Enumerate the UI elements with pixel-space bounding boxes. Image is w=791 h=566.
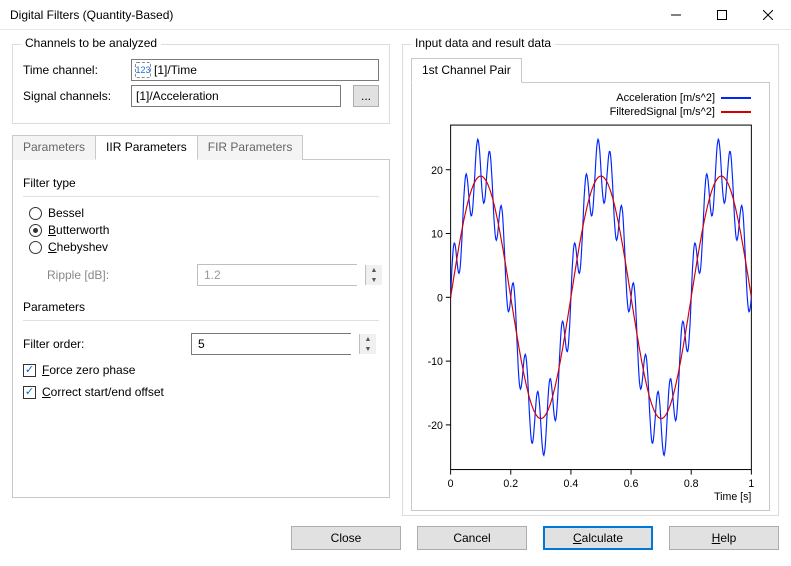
- maximize-button[interactable]: [699, 0, 745, 30]
- svg-text:0: 0: [448, 478, 454, 490]
- channels-legend: Channels to be analyzed: [21, 36, 161, 50]
- ripple-field: [198, 265, 365, 285]
- time-channel-label: Time channel:: [23, 63, 123, 77]
- correct-offset-label: Correct start/end offset: [42, 385, 164, 399]
- tab-iir-parameters[interactable]: IIR Parameters: [95, 135, 198, 160]
- minimize-button[interactable]: [653, 0, 699, 30]
- filter-order-step-down[interactable]: ▼: [360, 344, 376, 354]
- cancel-button[interactable]: Cancel: [417, 526, 527, 550]
- legend-swatch-acceleration: [721, 97, 751, 99]
- filter-type-legend: Filter type: [23, 176, 379, 190]
- parameters-legend: Parameters: [23, 300, 379, 314]
- svg-text:10: 10: [431, 228, 443, 240]
- result-group: Input data and result data 1st Channel P…: [402, 44, 779, 516]
- legend-entry-acceleration: Acceleration [m/s^2]: [616, 91, 715, 105]
- checkbox-force-zero-phase[interactable]: [23, 364, 36, 377]
- close-button[interactable]: Close: [291, 526, 401, 550]
- svg-text:Time [s]: Time [s]: [714, 491, 751, 503]
- time-channel-input[interactable]: [131, 59, 379, 81]
- force-zero-phase-label: Force zero phase: [42, 363, 135, 377]
- window-title: Digital Filters (Quantity-Based): [10, 8, 653, 22]
- filter-order-field[interactable]: [192, 334, 359, 354]
- ripple-label: Ripple [dB]:: [29, 268, 189, 282]
- tab-channel-pair[interactable]: 1st Channel Pair: [411, 58, 522, 83]
- chart-frame: Acceleration [m/s^2] FilteredSignal [m/s…: [411, 83, 770, 511]
- svg-text:-10: -10: [428, 356, 443, 368]
- svg-text:0.6: 0.6: [624, 478, 639, 490]
- radio-butterworth-label: Butterworth: [48, 223, 109, 237]
- numeric-icon: 123: [135, 62, 151, 78]
- help-button[interactable]: Help: [669, 526, 779, 550]
- chart-plot: -20 -10 0 10 20 0 0.2 0.4 0.6 0.8 1Time [s]: [414, 119, 761, 504]
- tab-fir-parameters[interactable]: FIR Parameters: [197, 135, 304, 160]
- svg-text:20: 20: [431, 165, 443, 177]
- result-legend: Input data and result data: [411, 36, 555, 50]
- checkbox-correct-offset[interactable]: [23, 386, 36, 399]
- svg-text:0: 0: [437, 292, 443, 304]
- filter-type-group: Filter type Bessel Butterworth Chebys: [23, 176, 379, 286]
- signal-channels-label: Signal channels:: [23, 89, 123, 103]
- filter-order-label: Filter order:: [23, 337, 183, 351]
- radio-chebyshev-label: Chebyshev: [48, 240, 108, 254]
- filter-order-input[interactable]: ▲ ▼: [191, 333, 351, 355]
- legend-swatch-filtered: [721, 111, 751, 113]
- channels-group: Channels to be analyzed Time channel: 12…: [12, 44, 390, 124]
- filter-order-step-up[interactable]: ▲: [360, 334, 376, 344]
- ripple-step-up: ▲: [366, 265, 382, 275]
- chart-legend: Acceleration [m/s^2] FilteredSignal [m/s…: [414, 89, 761, 119]
- ripple-step-down: ▼: [366, 275, 382, 285]
- tabs-strip: Parameters IIR Parameters FIR Parameters: [12, 134, 390, 160]
- ripple-input: ▲ ▼: [197, 264, 357, 286]
- button-bar: Close Cancel Calculate Help: [0, 520, 791, 560]
- svg-text:-20: -20: [428, 420, 443, 432]
- radio-bessel[interactable]: [29, 207, 42, 220]
- tab-body: Filter type Bessel Butterworth Chebys: [12, 160, 390, 498]
- svg-text:0.8: 0.8: [684, 478, 699, 490]
- browse-signal-button[interactable]: ...: [353, 85, 379, 107]
- radio-chebyshev[interactable]: [29, 241, 42, 254]
- signal-channels-input[interactable]: [131, 85, 341, 107]
- svg-text:1: 1: [748, 478, 754, 490]
- close-window-button[interactable]: [745, 0, 791, 30]
- radio-butterworth[interactable]: [29, 224, 42, 237]
- radio-bessel-label: Bessel: [48, 206, 84, 220]
- calculate-button[interactable]: Calculate: [543, 526, 653, 550]
- svg-text:0.4: 0.4: [564, 478, 579, 490]
- svg-text:0.2: 0.2: [503, 478, 518, 490]
- titlebar: Digital Filters (Quantity-Based): [0, 0, 791, 30]
- tab-parameters[interactable]: Parameters: [12, 135, 96, 160]
- legend-entry-filtered: FilteredSignal [m/s^2]: [610, 105, 715, 119]
